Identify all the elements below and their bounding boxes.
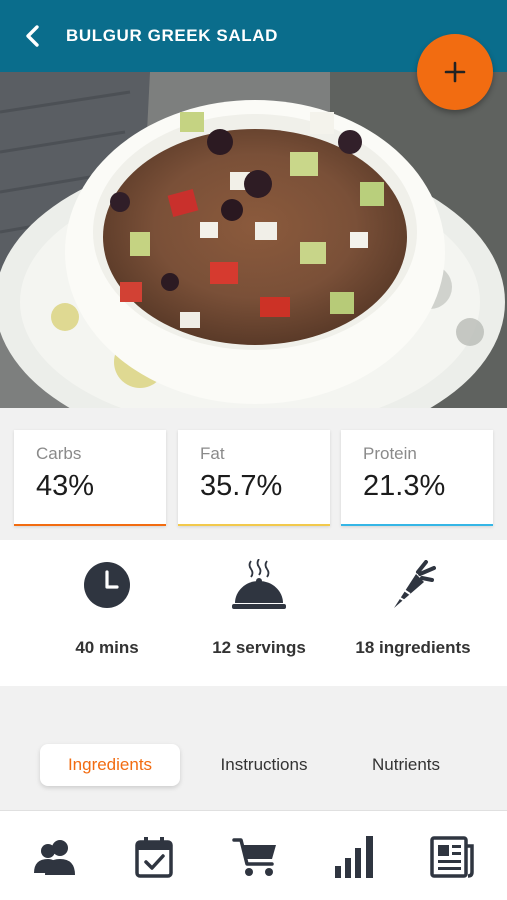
macro-value: 21.3% [363, 470, 446, 502]
tab-instructions[interactable]: Instructions [196, 744, 332, 786]
nav-progress[interactable] [326, 829, 382, 885]
nav-articles[interactable] [424, 829, 480, 885]
macro-underline [178, 524, 330, 526]
stat-ingredients-text: 18 ingredients [355, 638, 471, 657]
nav-profile[interactable] [27, 829, 83, 885]
add-button[interactable] [417, 34, 493, 110]
recipe-tabs: Ingredients Instructions Nutrients [0, 686, 507, 810]
serving-dish-icon [232, 559, 286, 609]
stat-time-text: 40 mins [75, 638, 139, 657]
stat-ingredients: 18 ingredients [333, 540, 493, 686]
carrot-icon [394, 560, 436, 608]
bar-chart-icon [335, 836, 373, 878]
plus-icon [444, 61, 466, 83]
tab-ingredients[interactable]: Ingredients [40, 744, 180, 786]
macro-label: Carbs [36, 444, 82, 463]
macro-value: 35.7% [200, 470, 283, 502]
macro-underline [341, 524, 493, 526]
nav-meal-plan[interactable] [126, 829, 182, 885]
stat-servings-text: 12 servings [212, 638, 306, 657]
tab-nutrients[interactable]: Nutrients [350, 744, 462, 786]
stat-time: 40 mins [27, 540, 187, 686]
macro-card-fat: Fat 35.7% [178, 430, 330, 526]
recipe-photo [0, 72, 507, 408]
macro-value: 43% [36, 470, 95, 502]
news-icon [430, 836, 474, 878]
calendar-check-icon [135, 837, 173, 878]
profile-icon [34, 840, 75, 875]
macro-card-carbs: Carbs 43% [14, 430, 166, 526]
nav-shopping-cart[interactable] [227, 829, 283, 885]
back-button[interactable] [0, 0, 66, 72]
recipe-stats: 40 mins 12 servings 18 ingredients [0, 540, 507, 686]
macro-label: Protein [363, 444, 417, 463]
macro-label: Fat [200, 444, 225, 463]
macro-underline [14, 524, 166, 526]
macro-card-protein: Protein 21.3% [341, 430, 493, 526]
stat-servings: 12 servings [179, 540, 339, 686]
clock-icon [84, 562, 130, 608]
cart-icon [232, 838, 276, 876]
macro-summary: Carbs 43% Fat 35.7% Protein 21.3% [0, 408, 507, 540]
bottom-navigation [0, 810, 507, 900]
page-title: BULGUR GREEK SALAD [66, 26, 278, 45]
back-arrow-icon [26, 25, 39, 47]
